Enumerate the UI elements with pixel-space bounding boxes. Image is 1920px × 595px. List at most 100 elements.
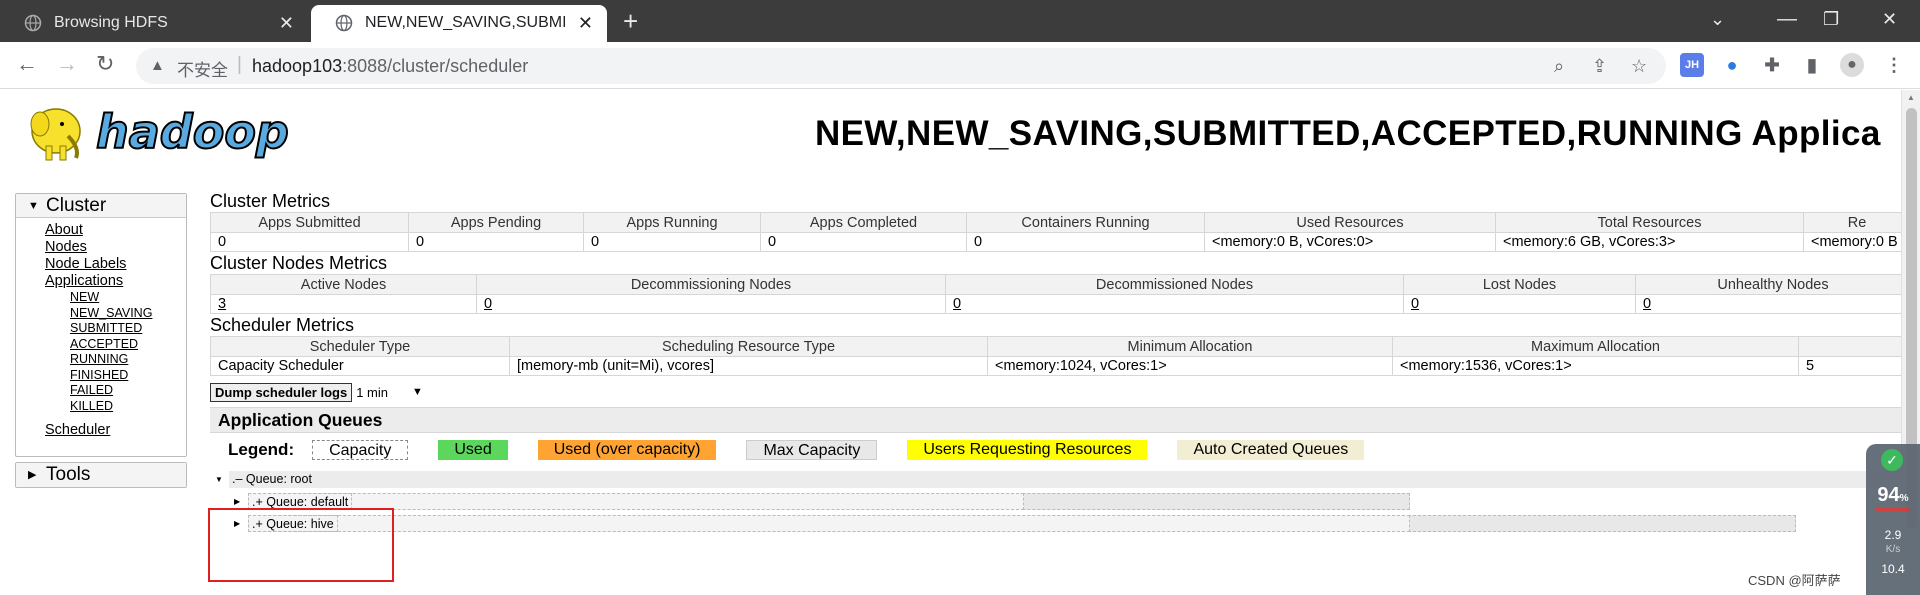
sidebar-link-accepted[interactable]: ACCEPTED <box>70 337 186 353</box>
back-button[interactable]: ← <box>16 52 38 76</box>
tab-scheduler[interactable]: NEW,NEW_SAVING,SUBMITTE ✕ <box>311 5 607 42</box>
close-tab-icon[interactable]: ✕ <box>578 13 593 33</box>
profile-avatar[interactable]: ● <box>1840 53 1864 77</box>
table-header[interactable]: Maximum Allocation <box>1392 336 1799 357</box>
legend-used: Used <box>438 440 508 460</box>
reload-button[interactable]: ↻ <box>96 52 114 76</box>
close-window-button[interactable]: ✕ <box>1882 8 1897 30</box>
table-header[interactable]: Decommissioning Nodes <box>476 274 946 295</box>
table-cell: 5 <box>1798 356 1901 376</box>
watermark: CSDN @阿萨萨 <box>1748 573 1841 588</box>
sidebar-link-finished[interactable]: FINISHED <box>70 368 186 384</box>
security-label[interactable]: 不安全 <box>177 56 228 81</box>
new-tab-button[interactable]: + <box>623 8 638 34</box>
sidebar-cluster: ▼ Cluster About Nodes Node Labels Applic… <box>15 193 187 457</box>
sidebar-tools-header[interactable]: ▶ Tools <box>16 463 186 487</box>
globe-icon <box>335 14 353 32</box>
translate-extension-icon[interactable]: ● <box>1720 53 1744 77</box>
table-header[interactable]: Minimum Allocation <box>987 336 1393 357</box>
sidebar-link-nodes[interactable]: Nodes <box>45 239 186 256</box>
table-header[interactable]: Re <box>1803 212 1901 233</box>
sidebar-link-scheduler[interactable]: Scheduler <box>45 422 186 439</box>
jh-extension-icon[interactable]: JH <box>1680 53 1704 77</box>
legend-label: Legend: <box>228 440 295 459</box>
sidebar-link-failed[interactable]: FAILED <box>70 383 186 399</box>
queue-hive-row[interactable]: ▶ .+ Queue: hive <box>210 515 1810 532</box>
warning-icon[interactable]: ▲ <box>150 57 165 74</box>
table-header[interactable]: Scheduling Resource Type <box>509 336 988 357</box>
table-header[interactable]: Total Resources <box>1495 212 1804 233</box>
decommissioned-nodes-link[interactable]: 0 <box>953 296 961 312</box>
close-tab-icon[interactable]: ✕ <box>279 13 294 33</box>
table-header[interactable]: Scheduler Type <box>210 336 510 357</box>
nodes-metrics-title: Cluster Nodes Metrics <box>210 253 388 273</box>
page-title: NEW,NEW_SAVING,SUBMITTED,ACCEPTED,RUNNIN… <box>815 114 1881 153</box>
table-cell: 0 <box>583 232 761 252</box>
sidebar-link-running[interactable]: RUNNING <box>70 352 186 368</box>
unhealthy-nodes-link[interactable]: 0 <box>1643 296 1651 312</box>
sidebar-link-new-saving[interactable]: NEW_SAVING <box>70 306 186 322</box>
table-header[interactable]: Decommissioned Nodes <box>945 274 1404 295</box>
table-header[interactable]: Unhealthy Nodes <box>1635 274 1901 295</box>
table-header[interactable]: Active Nodes <box>210 274 477 295</box>
table-header[interactable]: Used Resources <box>1204 212 1496 233</box>
table-cell: Capacity Scheduler <box>210 356 510 376</box>
table-cell: <memory:1536, vCores:1> <box>1392 356 1799 376</box>
svg-text:hadoop: hadoop <box>96 105 289 159</box>
bookmark-star-icon[interactable]: ☆ <box>1631 56 1647 77</box>
table-row: Capacity Scheduler [memory-mb (unit=Mi),… <box>210 356 1901 376</box>
dump-scheduler-logs-button[interactable]: Dump scheduler logs <box>210 382 353 402</box>
share-icon[interactable]: ⇪ <box>1592 56 1607 77</box>
table-header[interactable]: Apps Running <box>583 212 761 233</box>
triangle-down-icon[interactable]: ▼ <box>215 471 223 488</box>
browser-toolbar: ← → ↻ ▲ 不安全 | hadoop103:8088/cluster/sch… <box>0 42 1920 89</box>
active-nodes-link[interactable]: 3 <box>218 296 226 312</box>
table-header[interactable]: Apps Completed <box>760 212 967 233</box>
table-header[interactable]: Apps Pending <box>408 212 584 233</box>
lost-nodes-link[interactable]: 0 <box>1411 296 1419 312</box>
queue-root-bar <box>229 471 1901 488</box>
forward-button[interactable]: → <box>56 52 78 76</box>
network-monitor-widget[interactable]: ✓ 94% 2.9 K/s 10.4 <box>1866 444 1920 595</box>
dump-interval-value: 1 min <box>356 384 388 400</box>
menu-kebab-icon[interactable]: ⋮ <box>1882 53 1906 77</box>
upload-speed: 2.9 <box>1884 528 1902 542</box>
address-bar[interactable]: ▲ 不安全 | hadoop103:8088/cluster/scheduler… <box>136 48 1666 84</box>
tab-title: NEW,NEW_SAVING,SUBMITTE <box>365 14 565 31</box>
sidebar-tools: ▶ Tools <box>15 462 187 488</box>
decommissioning-nodes-link[interactable]: 0 <box>484 296 492 312</box>
table-header[interactable]: Lost Nodes <box>1403 274 1636 295</box>
dump-interval-select[interactable]: 1 min ▼ <box>356 385 423 400</box>
table-header[interactable] <box>1798 336 1901 357</box>
side-panel-icon[interactable]: ▮ <box>1800 53 1824 77</box>
table-header[interactable]: Apps Submitted <box>210 212 409 233</box>
restore-button[interactable]: ❐ <box>1823 8 1839 30</box>
sidebar-link-node-labels[interactable]: Node Labels <box>45 256 186 273</box>
table-row: 3 0 0 0 0 <box>210 294 1901 314</box>
application-queues-title: Application Queues <box>210 407 1901 433</box>
zoom-icon[interactable]: ⌕ <box>1554 56 1564 77</box>
puzzle-extensions-icon[interactable]: ✚ <box>1760 53 1784 77</box>
queue-root-row[interactable]: ▼ .– Queue: root <box>210 471 1901 488</box>
scroll-up-icon[interactable]: ▲ <box>1907 93 1915 102</box>
url-text[interactable]: hadoop103:8088/cluster/scheduler <box>252 56 528 77</box>
sidebar-cluster-header[interactable]: ▼ Cluster <box>16 194 186 218</box>
tab-browsing-hdfs[interactable]: Browsing HDFS ✕ <box>0 5 308 42</box>
sidebar-link-killed[interactable]: KILLED <box>70 399 186 415</box>
chevron-down-icon: ▼ <box>412 386 423 398</box>
sidebar-link-submitted[interactable]: SUBMITTED <box>70 321 186 337</box>
url-host: hadoop103 <box>252 56 343 76</box>
queue-legend: Legend: Capacity Used Used (over capacit… <box>210 433 1901 467</box>
dump-logs-row: Dump scheduler logs 1 min ▼ <box>210 380 1901 404</box>
chevron-down-icon[interactable]: ⌄ <box>1710 8 1725 30</box>
queue-root-label[interactable]: .– Queue: root <box>229 471 315 488</box>
table-header[interactable]: Containers Running <box>966 212 1205 233</box>
minimize-button[interactable]: — <box>1777 8 1797 30</box>
scheduler-metrics-title: Scheduler Metrics <box>210 315 355 335</box>
tab-strip: Browsing HDFS ✕ NEW,NEW_SAVING,SUBMITTE … <box>0 0 1920 42</box>
sidebar-link-new[interactable]: NEW <box>70 290 186 306</box>
sidebar-link-about[interactable]: About <box>45 222 186 239</box>
download-speed: 10.4 <box>1881 562 1905 576</box>
percent-value: 94 <box>1877 484 1900 506</box>
sidebar-link-applications[interactable]: Applications <box>45 273 186 290</box>
